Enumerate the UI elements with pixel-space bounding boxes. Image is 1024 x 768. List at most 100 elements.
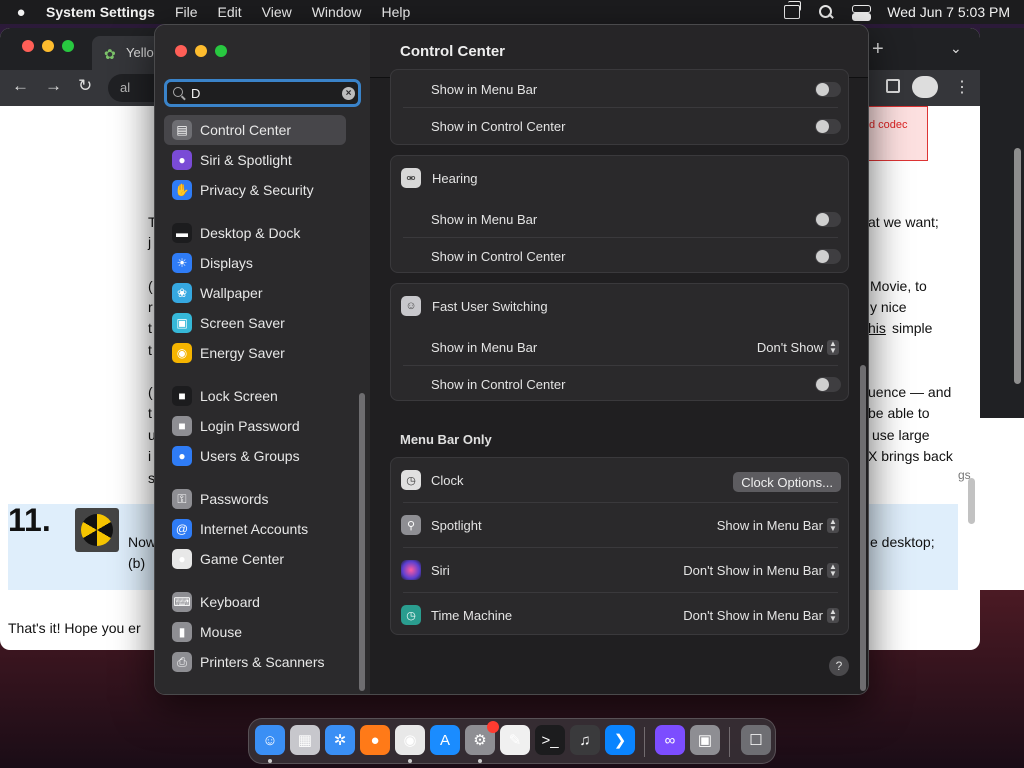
page-text: uence — and	[868, 384, 952, 400]
forward-arrow-icon[interactable]: →	[45, 76, 62, 96]
row-show-in-menu-bar: Show in Menu Bar Don't Show ▲ ▼	[391, 329, 850, 366]
close-button[interactable]	[175, 45, 187, 57]
sidebar-toggle-icon[interactable]	[886, 79, 900, 93]
finder-icon[interactable]: ☺	[255, 725, 285, 755]
reload-icon[interactable]: ↻	[78, 76, 92, 96]
back-arrow-icon[interactable]: ←	[12, 76, 29, 96]
page-text: Movie, to	[870, 278, 927, 294]
zoom-button[interactable]	[62, 40, 74, 52]
minimize-button[interactable]	[195, 45, 207, 57]
guitar-icon[interactable]: ♫	[570, 725, 600, 755]
hearing-menu-bar-toggle[interactable]	[815, 212, 841, 227]
sidebar-item-energy-saver[interactable]: ◉ Energy Saver	[164, 338, 346, 368]
apple-menu-icon[interactable]: ●	[14, 4, 28, 21]
chrome-icon[interactable]: ◉	[395, 725, 425, 755]
launchpad-icon[interactable]: ▦	[290, 725, 320, 755]
search-input[interactable]	[191, 84, 331, 103]
page-link[interactable]: his	[868, 320, 886, 336]
radiation-icon	[75, 508, 119, 552]
firefox-icon[interactable]: ●	[360, 725, 390, 755]
tab-search-chevron-icon[interactable]: ⌄	[950, 40, 962, 57]
siri-popup[interactable]: Don't Show in Menu Bar ▲ ▼	[683, 563, 839, 578]
zoom-button[interactable]	[215, 45, 227, 57]
content-scrollbar[interactable]	[860, 365, 866, 691]
row-label: Show in Menu Bar	[431, 340, 538, 355]
sidebar-item-lock-screen[interactable]: ■ Lock Screen	[164, 381, 346, 411]
spotlight-popup[interactable]: Show in Menu Bar ▲ ▼	[717, 518, 839, 533]
sidebar-item-label: Siri & Spotlight	[200, 152, 292, 168]
sidebar-item-label: Login Password	[200, 418, 300, 434]
clock-options-button[interactable]: Clock Options...	[733, 472, 841, 492]
hearing-title: Hearing	[432, 171, 478, 186]
browser-scrollbar[interactable]	[1014, 148, 1021, 384]
sidebar-item-displays[interactable]: ☀ Displays	[164, 248, 346, 278]
terminal-icon[interactable]: >_	[535, 725, 565, 755]
sidebar-item-screen-saver[interactable]: ▣ Screen Saver	[164, 308, 346, 338]
menu-edit[interactable]: Edit	[218, 4, 242, 20]
keyboard-icon: ⌨	[172, 592, 192, 612]
sidebar-item-label: Printers & Scanners	[200, 654, 325, 670]
menu-clock[interactable]: Wed Jun 7 5:03 PM	[887, 4, 1010, 20]
menu-window[interactable]: Window	[312, 4, 362, 20]
profile-icon[interactable]	[912, 76, 938, 98]
preview-icon[interactable]: ▣	[690, 725, 720, 755]
ear-icon: ⚮	[401, 168, 421, 188]
gear-icon[interactable]: ⚙	[465, 721, 499, 755]
sidebar-item-wallpaper[interactable]: ❀ Wallpaper	[164, 278, 346, 308]
control-center-icon[interactable]	[852, 5, 872, 21]
minimize-button[interactable]	[42, 40, 54, 52]
hearing-control-center-toggle[interactable]	[815, 249, 841, 264]
sidebar-item-login-password[interactable]: ■ Login Password	[164, 411, 346, 441]
sidebar-item-game-center[interactable]: ● Game Center	[164, 544, 346, 574]
page-text: y nice	[870, 299, 907, 315]
menu-app-name[interactable]: System Settings	[46, 4, 155, 20]
menu-bar-only-card: ◷ Clock Clock Options... ⚲ Spotlight Sho…	[390, 457, 849, 635]
menu-file[interactable]: File	[175, 4, 198, 20]
search-field[interactable]: ×	[164, 79, 361, 107]
key-icon: ⚿	[172, 489, 192, 509]
row-label: Show in Menu Bar	[431, 82, 538, 97]
trash-icon[interactable]: ☐	[741, 725, 771, 755]
clock-icon: ◷	[401, 470, 421, 490]
fus-control-center-toggle[interactable]	[815, 377, 841, 392]
menu-help[interactable]: Help	[382, 4, 411, 20]
sidebar-scrollbar[interactable]	[359, 393, 365, 691]
vscode-icon[interactable]: ❯	[605, 725, 635, 755]
sidebar-item-desktop-dock[interactable]: ▬ Desktop & Dock	[164, 218, 346, 248]
popup-value: Don't Show in Menu Bar	[683, 563, 823, 578]
sidebar-item-printers-scanners[interactable]: ⎙ Printers & Scanners	[164, 647, 346, 677]
more-menu-icon[interactable]: ⋮	[954, 77, 970, 97]
sidebar-item-passwords[interactable]: ⚿ Passwords	[164, 484, 346, 514]
sidebar-item-internet-accounts[interactable]: @ Internet Accounts	[164, 514, 346, 544]
clear-search-icon[interactable]: ×	[342, 87, 355, 100]
spotlight-search-icon[interactable]	[818, 5, 834, 19]
safari-icon[interactable]: ✲	[325, 725, 355, 755]
sidebar-item-keyboard[interactable]: ⌨ Keyboard	[164, 587, 346, 617]
row-show-in-control-center: Show in Control Center	[391, 366, 850, 403]
show-in-control-center-toggle[interactable]	[815, 119, 841, 134]
sidebar-item-mouse[interactable]: ▮ Mouse	[164, 617, 346, 647]
app-store-icon[interactable]: A	[430, 725, 460, 755]
help-button[interactable]: ?	[829, 656, 849, 676]
stage-manager-icon[interactable]	[784, 1, 802, 19]
row-label: Time Machine	[431, 608, 513, 623]
sun-icon: ☀	[172, 253, 192, 273]
page-scrollbar[interactable]	[968, 478, 975, 524]
new-tab-icon[interactable]: +	[872, 38, 884, 61]
sidebar-item-privacy-security[interactable]: ✋ Privacy & Security	[164, 175, 346, 205]
sidebar-item-users-groups[interactable]: ● Users & Groups	[164, 441, 346, 471]
time-machine-popup[interactable]: Don't Show in Menu Bar ▲ ▼	[683, 608, 839, 623]
sidebar-item-label: Mouse	[200, 624, 243, 640]
fus-menu-bar-popup[interactable]: Don't Show ▲ ▼	[757, 340, 839, 355]
sidebar-item-label: Screen Saver	[200, 315, 285, 331]
visual-studio-icon[interactable]: ∞	[655, 725, 685, 755]
spotlight-icon: ⚲	[401, 515, 421, 535]
show-in-menu-bar-toggle[interactable]	[815, 82, 841, 97]
menu-view[interactable]: View	[262, 4, 292, 20]
system-settings-window: × ▤ Control Center ● Siri & Spotlight ✋ Priva…	[154, 24, 869, 695]
sidebar-item-control-center[interactable]: ▤ Control Center	[164, 115, 346, 145]
close-button[interactable]	[22, 40, 34, 52]
fast-user-switching-card: ☺ Fast User Switching Show in Menu Bar D…	[390, 283, 849, 401]
textedit-icon[interactable]: ✎	[500, 725, 530, 755]
sidebar-item-siri-spotlight[interactable]: ● Siri & Spotlight	[164, 145, 346, 175]
